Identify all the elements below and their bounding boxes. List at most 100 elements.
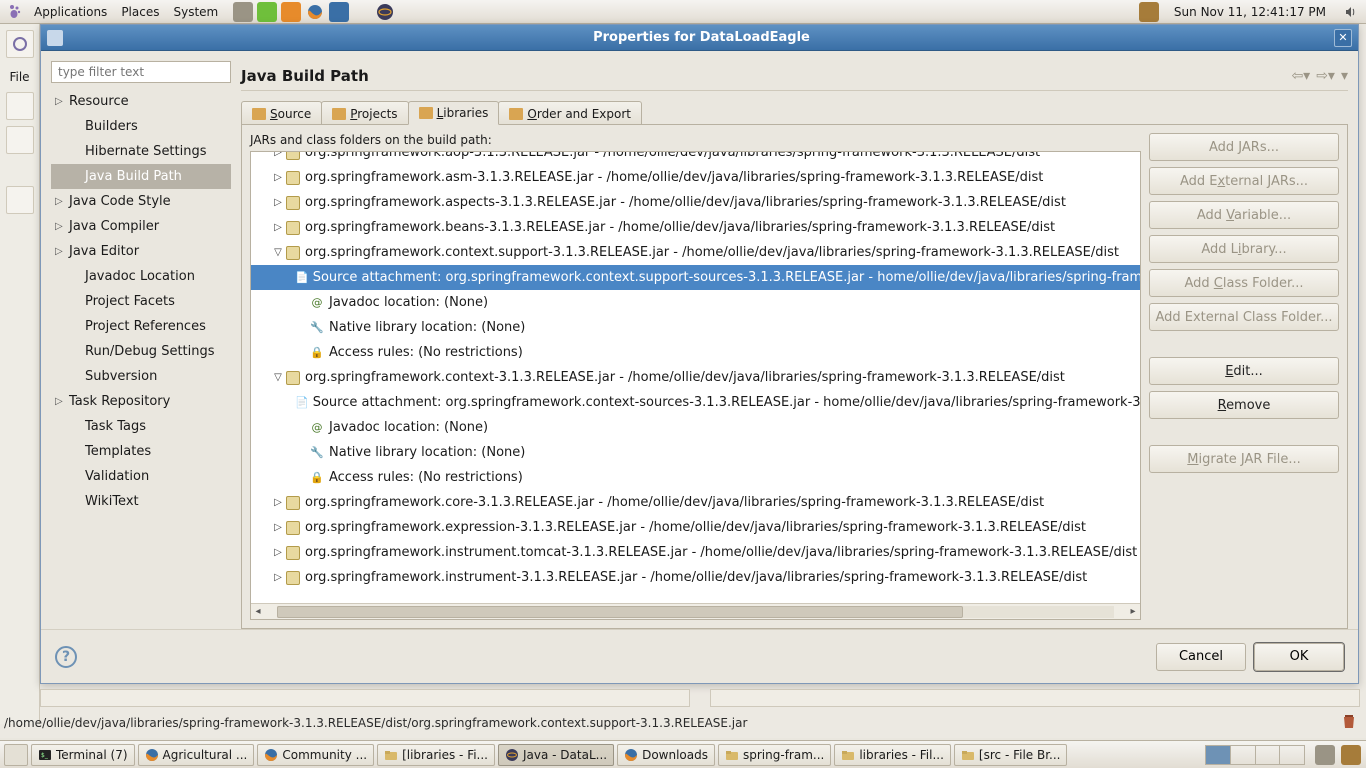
remove-button[interactable]: Remove <box>1149 391 1339 419</box>
jar-entry[interactable]: ▽org.springframework.context-3.1.3.RELEA… <box>251 365 1140 390</box>
taskbar-button[interactable]: Downloads <box>617 744 715 766</box>
ok-button[interactable]: OK <box>1254 643 1344 671</box>
firefox-launcher-icon[interactable] <box>305 2 325 22</box>
jar-attribute[interactable]: 🔒Access rules: (No restrictions) <box>251 340 1140 365</box>
taskbar-button[interactable]: Agricultural ... <box>138 744 255 766</box>
taskbar-button[interactable]: Community ... <box>257 744 374 766</box>
forward-icon[interactable]: ⇨▾ <box>1316 68 1335 84</box>
jar-attribute[interactable]: 📄Source attachment: org.springframework.… <box>251 265 1140 290</box>
expand-icon[interactable]: ▽ <box>271 247 285 258</box>
add-class-folder-button[interactable]: Add Class Folder... <box>1149 269 1339 297</box>
expand-icon[interactable]: ▷ <box>271 572 285 583</box>
expand-icon[interactable]: ▷ <box>271 222 285 233</box>
add-jars-button[interactable]: Add JARs... <box>1149 133 1339 161</box>
tab-source[interactable]: Source <box>241 101 322 125</box>
nav-item[interactable]: Run/Debug Settings <box>51 339 231 364</box>
jar-attribute[interactable]: 🔧Native library location: (None) <box>251 315 1140 340</box>
clock[interactable]: Sun Nov 11, 12:41:17 PM <box>1168 3 1332 21</box>
jar-attribute[interactable]: @Javadoc location: (None) <box>251 415 1140 440</box>
migrate-jar-button[interactable]: Migrate JAR File... <box>1149 445 1339 473</box>
help-icon[interactable]: ? <box>55 646 77 668</box>
eclipse-toolbar-icon[interactable] <box>6 30 34 58</box>
taskbar-button[interactable]: Java - DataL... <box>498 744 614 766</box>
menu-dropdown-icon[interactable]: ▾ <box>1341 68 1348 84</box>
expand-icon[interactable]: ▷ <box>55 221 69 232</box>
nav-item[interactable]: Task Tags <box>51 414 231 439</box>
tab-libraries[interactable]: Libraries <box>408 101 500 125</box>
expand-icon[interactable]: ▷ <box>271 522 285 533</box>
nav-item[interactable]: ▷Java Code Style <box>51 189 231 214</box>
nav-item[interactable]: Builders <box>51 114 231 139</box>
nav-item[interactable]: Project Facets <box>51 289 231 314</box>
expand-icon[interactable]: ▷ <box>271 197 285 208</box>
close-icon[interactable]: ✕ <box>1334 29 1352 47</box>
workspace-3[interactable] <box>1256 746 1281 764</box>
nav-item[interactable]: ▷Java Compiler <box>51 214 231 239</box>
dialog-titlebar[interactable]: Properties for DataLoadEagle ✕ <box>41 25 1358 51</box>
nav-item[interactable]: Hibernate Settings <box>51 139 231 164</box>
add-library-button[interactable]: Add Library... <box>1149 235 1339 263</box>
jar-entry[interactable]: ▽org.springframework.context.support-3.1… <box>251 240 1140 265</box>
launcher-icon[interactable] <box>281 2 301 22</box>
launcher-icon[interactable] <box>257 2 277 22</box>
horizontal-scrollbar[interactable]: ◂ ▸ <box>251 603 1140 619</box>
eclipse-launcher-icon[interactable] <box>375 2 395 22</box>
jar-entry[interactable]: ▷org.springframework.expression-3.1.3.RE… <box>251 515 1140 540</box>
jar-entry[interactable]: ▷org.springframework.instrument-3.1.3.RE… <box>251 565 1140 590</box>
tray-trash-icon[interactable] <box>1341 745 1361 765</box>
menu-places[interactable]: Places <box>115 3 165 21</box>
nav-item[interactable]: ▷Resource <box>51 89 231 114</box>
expand-icon[interactable]: ▷ <box>271 172 285 183</box>
package-update-icon[interactable] <box>1139 2 1159 22</box>
add-variable-button[interactable]: Add Variable... <box>1149 201 1339 229</box>
nav-item[interactable]: ▷Java Editor <box>51 239 231 264</box>
back-icon[interactable]: ⇦▾ <box>1291 68 1310 84</box>
terminal-launcher-icon[interactable] <box>329 2 349 22</box>
edit-button[interactable]: Edit... <box>1149 357 1339 385</box>
eclipse-view-icon[interactable] <box>6 126 34 154</box>
scroll-left-icon[interactable]: ◂ <box>251 606 265 617</box>
filter-input[interactable] <box>51 61 231 83</box>
workspace-4[interactable] <box>1280 746 1304 764</box>
eclipse-file-menu[interactable]: File <box>0 64 39 86</box>
nav-item[interactable]: Javadoc Location <box>51 264 231 289</box>
jar-attribute[interactable]: 🔧Native library location: (None) <box>251 440 1140 465</box>
editor-scrollbar[interactable] <box>40 689 690 707</box>
expand-icon[interactable]: ▷ <box>271 152 285 158</box>
expand-icon[interactable]: ▷ <box>271 497 285 508</box>
nav-item[interactable]: Templates <box>51 439 231 464</box>
add-external-jars-button[interactable]: Add External JARs... <box>1149 167 1339 195</box>
jar-attribute[interactable]: @Javadoc location: (None) <box>251 290 1140 315</box>
expand-icon[interactable]: ▷ <box>55 246 69 257</box>
cancel-button[interactable]: Cancel <box>1156 643 1246 671</box>
tray-icon[interactable] <box>1315 745 1335 765</box>
expand-icon[interactable]: ▷ <box>271 547 285 558</box>
volume-icon[interactable] <box>1341 2 1361 22</box>
jar-entry[interactable]: ▷org.springframework.beans-3.1.3.RELEASE… <box>251 215 1140 240</box>
editor-scrollbar[interactable] <box>710 689 1360 707</box>
gedit-launcher-icon[interactable] <box>233 2 253 22</box>
property-nav-tree[interactable]: ▷ResourceBuildersHibernate SettingsJava … <box>51 89 231 629</box>
jar-tree[interactable]: ▷org.springframework.aop-3.1.3.RELEASE.j… <box>250 151 1141 620</box>
expand-icon[interactable]: ▷ <box>55 396 69 407</box>
eclipse-view-icon[interactable] <box>6 186 34 214</box>
taskbar-button[interactable]: spring-fram... <box>718 744 831 766</box>
jar-entry[interactable]: ▷org.springframework.instrument.tomcat-3… <box>251 540 1140 565</box>
workspace-switcher[interactable] <box>1205 745 1305 765</box>
menu-applications[interactable]: Applications <box>28 3 113 21</box>
nav-item[interactable]: WikiText <box>51 489 231 514</box>
show-desktop-button[interactable] <box>4 744 28 766</box>
scroll-right-icon[interactable]: ▸ <box>1126 606 1140 617</box>
tab-order-export[interactable]: Order and Export <box>498 101 642 125</box>
tab-projects[interactable]: Projects <box>321 101 408 125</box>
nav-item[interactable]: ▷Task Repository <box>51 389 231 414</box>
taskbar-button[interactable]: $_Terminal (7) <box>31 744 135 766</box>
add-external-class-folder-button[interactable]: Add External Class Folder... <box>1149 303 1339 331</box>
expand-icon[interactable]: ▷ <box>55 96 69 107</box>
expand-icon[interactable]: ▷ <box>55 196 69 207</box>
jar-attribute[interactable]: 📄Source attachment: org.springframework.… <box>251 390 1140 415</box>
nav-item[interactable]: Project References <box>51 314 231 339</box>
workspace-1[interactable] <box>1206 746 1231 764</box>
jar-attribute[interactable]: 🔒Access rules: (No restrictions) <box>251 465 1140 490</box>
taskbar-button[interactable]: [src - File Br... <box>954 744 1068 766</box>
